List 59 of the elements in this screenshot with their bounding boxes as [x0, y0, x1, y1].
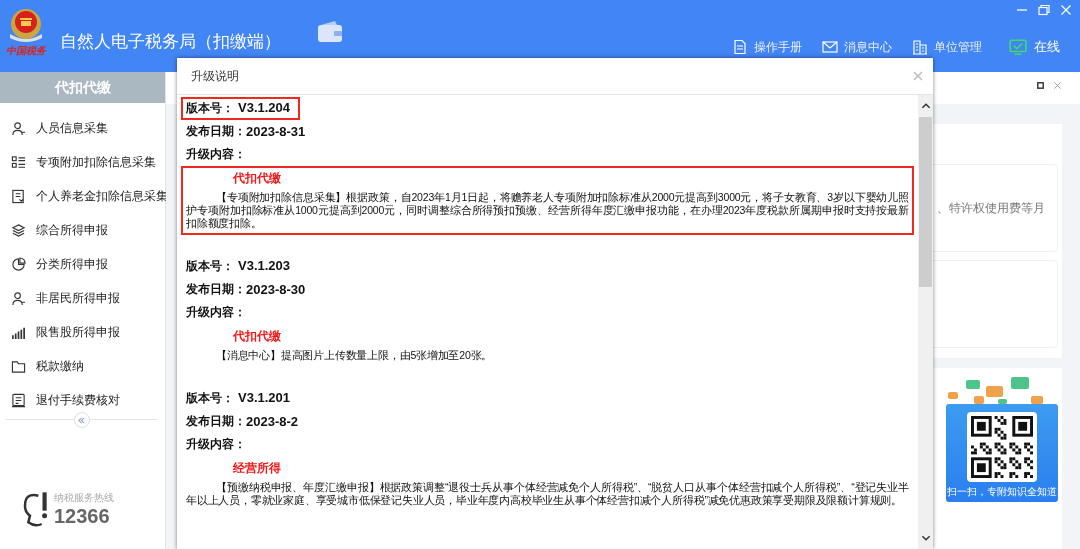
- field-label: 发布日期：: [186, 123, 246, 140]
- hotline-number: 12366: [54, 504, 111, 528]
- dialog-title: 升级说明: [191, 68, 239, 84]
- app-title: 自然人电子税务局（扣缴端）: [60, 31, 281, 53]
- document-icon: [732, 39, 748, 55]
- logo-text: 中国税务: [6, 44, 46, 58]
- change-description: 【预缴纳税申报、年度汇缴申报】根据政策调整“退役士兵从事个体经营减免个人所得税”、“脱贫人口从事个体经营扣减个人所得税”、“登记失业半年以上人员，零就业家庭、享受城市低保登记失业人员，毕业年度内高校毕业生从事个体经营扣减个人所得税”减免优惠政策享受期限及限额计算规则。: [186, 481, 909, 507]
- field-label: 版本号：: [186, 390, 234, 407]
- collapse-button[interactable]: [73, 412, 90, 428]
- building-icon: [912, 39, 928, 55]
- sidebar-item[interactable]: 个人养老金扣除信息采集: [0, 179, 168, 213]
- field-label: 发布日期：: [186, 281, 246, 298]
- monitor-check-icon: [1008, 38, 1028, 56]
- qr-caption: 扫一扫，专附知识全知道: [947, 485, 1057, 499]
- double-chevron-icon: [77, 415, 86, 425]
- sidebar-item[interactable]: 限售股所得申报: [0, 315, 168, 349]
- restore-icon[interactable]: [1038, 4, 1050, 16]
- card-text: 、特许权使用费等月: [937, 200, 1045, 216]
- version-number: V3.1.203: [238, 258, 291, 273]
- close-icon[interactable]: [913, 71, 923, 81]
- document-icon: [11, 392, 26, 408]
- maximize-icon[interactable]: [1036, 81, 1045, 90]
- field-label: 升级内容：: [186, 146, 246, 163]
- sidebar-item[interactable]: 专项附加扣除信息采集: [0, 145, 168, 179]
- sidebar-item[interactable]: 分类所得申报: [0, 247, 168, 281]
- category-heading: 经营所得: [232, 460, 282, 477]
- sidebar-item[interactable]: 非居民所得申报: [0, 281, 168, 315]
- mail-icon: [822, 39, 838, 55]
- layers-icon: [11, 222, 26, 238]
- change-description: 【专项附加扣除信息采集】根据政策，自2023年1月1日起，将赡养老人专项附加扣除标准从2000元提高到3000元，将子女教育、3岁以下婴幼儿照护专项附加扣除标准从1000元提高到2000元，同时调整综合所得预扣预缴、经营所得年度汇缴申报功能，在办理2023年度税款所属期申报时支持按最新扣除额度扣除。: [186, 191, 909, 230]
- field-label: 发布日期：: [186, 413, 246, 430]
- version-number: V3.1.204: [238, 100, 291, 115]
- qr-code: [967, 412, 1037, 482]
- person-icon: [11, 120, 26, 136]
- change-description: 【消息中心】提高图片上传数量上限，由5张增加至20张。: [215, 349, 494, 362]
- release-date: 2023-8-30: [246, 282, 306, 297]
- document-icon: [11, 188, 26, 204]
- field-label: 升级内容：: [186, 304, 246, 321]
- sidebar-item[interactable]: 综合所得申报: [0, 213, 168, 247]
- version-number: V3.1.201: [238, 390, 291, 405]
- folder-icon: [11, 358, 26, 374]
- field-label: 升级内容：: [186, 436, 246, 453]
- pie-chart-icon: [11, 256, 26, 272]
- release-date: 2023-8-31: [246, 124, 306, 139]
- sidebar-item[interactable]: 税款缴纳: [0, 349, 168, 383]
- hotline-label: 纳税服务热线: [54, 490, 114, 505]
- release-date: 2023-8-2: [246, 414, 299, 429]
- field-label: 版本号：: [186, 100, 234, 117]
- header-link[interactable]: 在线: [1008, 38, 1060, 56]
- list-icon: [11, 154, 26, 170]
- close-icon[interactable]: [1053, 81, 1062, 90]
- sidebar-item[interactable]: 人员信息采集: [0, 111, 168, 145]
- scrollbar[interactable]: [918, 95, 933, 549]
- category-heading: 代扣代缴: [232, 170, 282, 187]
- wallet-icon[interactable]: [317, 20, 343, 44]
- sidebar-item[interactable]: 退付手续费核对: [0, 383, 168, 417]
- category-heading: 代扣代缴: [232, 328, 282, 345]
- person-icon: [11, 290, 26, 306]
- field-label: 版本号：: [186, 258, 234, 275]
